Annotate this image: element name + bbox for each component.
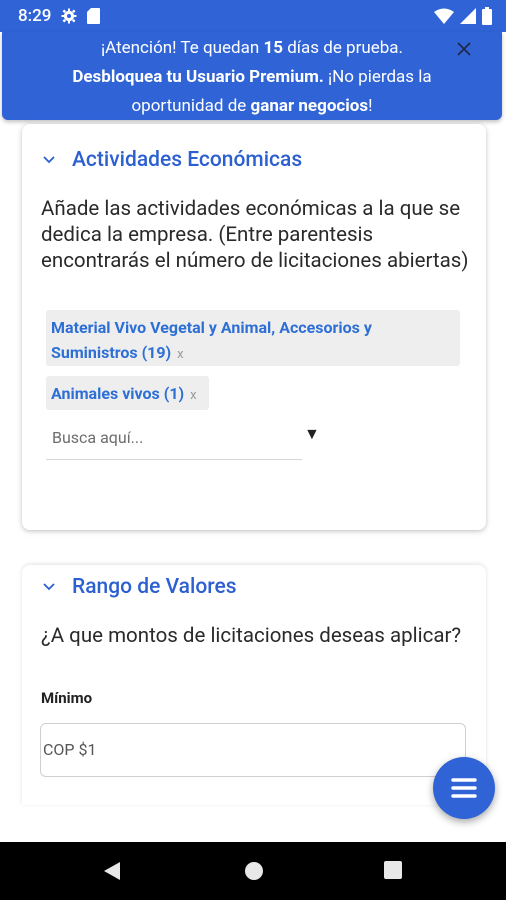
- value-range-title: Rango de Valores: [72, 575, 237, 599]
- activities-title: Actividades Económicas: [72, 148, 303, 172]
- minimum-label: Mínimo: [41, 689, 93, 707]
- activities-card: Actividades Económicas Añade las activid…: [22, 124, 486, 530]
- android-nav-bar: [0, 842, 506, 900]
- status-time: 8:29: [18, 6, 52, 26]
- value-range-header[interactable]: Rango de Valores: [42, 575, 237, 599]
- activities-header[interactable]: Actividades Económicas: [42, 148, 302, 172]
- menu-fab-button[interactable]: [433, 757, 495, 819]
- banner-close-button[interactable]: [452, 37, 476, 61]
- menu-icon: [451, 778, 477, 798]
- chevron-down-icon: [43, 156, 55, 164]
- value-range-card: Rango de Valores ¿A que montos de licita…: [22, 565, 486, 805]
- banner-line-3: oportunidad de ganar negocios!: [131, 96, 373, 116]
- banner-line-2: Desbloquea tu Usuario Premium. ¡No pierd…: [72, 67, 432, 87]
- recents-button[interactable]: [384, 861, 402, 883]
- status-bar: 8:29: [0, 0, 506, 32]
- battery-icon: [482, 7, 492, 29]
- back-button[interactable]: [102, 861, 122, 885]
- wifi-icon: [434, 8, 454, 28]
- value-range-question: ¿A que montos de licitaciones deseas apl…: [41, 624, 462, 648]
- banner-line-1: ¡Atención! Te quedan 15 días de prueba.: [100, 38, 404, 58]
- activity-chip: Animales vivos (1) x: [46, 376, 209, 410]
- sd-card-icon: [87, 8, 101, 24]
- recents-icon: [384, 861, 402, 879]
- chip-remove-button[interactable]: x: [190, 388, 196, 403]
- gear-icon: [61, 8, 77, 24]
- trial-banner[interactable]: ¡Atención! Te quedan 15 días de prueba. …: [2, 32, 502, 120]
- days-left-count: 15: [263, 38, 283, 58]
- activity-search-input[interactable]: Busca aquí...: [46, 421, 302, 460]
- home-button[interactable]: [244, 861, 264, 885]
- activities-description: Añade las actividades económicas a la qu…: [41, 197, 469, 273]
- home-icon: [245, 862, 263, 880]
- back-icon: [104, 862, 120, 880]
- chip-label: Material Vivo Vegetal y Animal, Accesori…: [51, 318, 372, 362]
- minimum-value-input[interactable]: COP $1: [40, 723, 466, 777]
- activity-chip: Material Vivo Vegetal y Animal, Accesori…: [46, 310, 460, 366]
- signal-icon: [460, 8, 476, 28]
- chip-label: Animales vivos (1): [51, 384, 185, 403]
- dropdown-arrow-icon[interactable]: ▼: [304, 424, 320, 444]
- chip-remove-button[interactable]: x: [177, 347, 183, 362]
- chevron-down-icon: [43, 583, 55, 591]
- status-icons: [434, 7, 492, 29]
- close-icon: [457, 42, 471, 56]
